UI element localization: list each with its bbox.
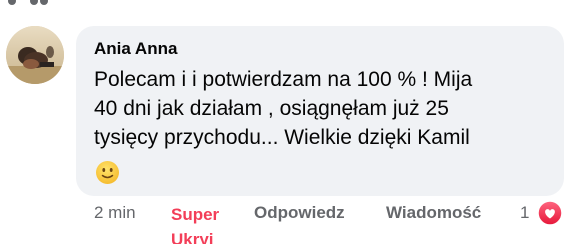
message-button[interactable]: Wiadomość (386, 203, 481, 223)
avatar[interactable] (6, 26, 64, 84)
comment-text: Polecam i i potwierdzam na 100 % ! Mija … (94, 65, 544, 152)
fragment-dot (30, 0, 38, 5)
comment-actions: 2 min Super Ukryj Odpowiedz Wiadomość 1 (0, 203, 564, 244)
avatar-photo (6, 26, 64, 84)
comment-author[interactable]: Ania Anna (94, 39, 177, 59)
previous-comment-fragment (0, 0, 564, 10)
comment-timestamp[interactable]: 2 min (94, 203, 136, 223)
comment-text-line: Polecam i i potwierdzam na 100 % ! Mija (94, 68, 473, 91)
reply-button[interactable]: Odpowiedz (254, 203, 345, 223)
comment-thread: Ania Anna Polecam i i potwierdzam na 100… (0, 0, 564, 244)
comment-text-line: 40 dni jak działam , osiągnęłam już 25 (94, 97, 449, 120)
reaction-button[interactable]: Super Ukryj (171, 202, 233, 244)
fragment-dot (8, 0, 16, 5)
comment-text-line: tysięcy przychodu... Wielkie dzięki Kami… (94, 126, 470, 149)
love-reaction-icon[interactable] (537, 200, 563, 226)
fragment-dot (40, 0, 48, 5)
reaction-count[interactable]: 1 (520, 203, 529, 223)
slightly-smiling-face-icon (96, 161, 119, 184)
